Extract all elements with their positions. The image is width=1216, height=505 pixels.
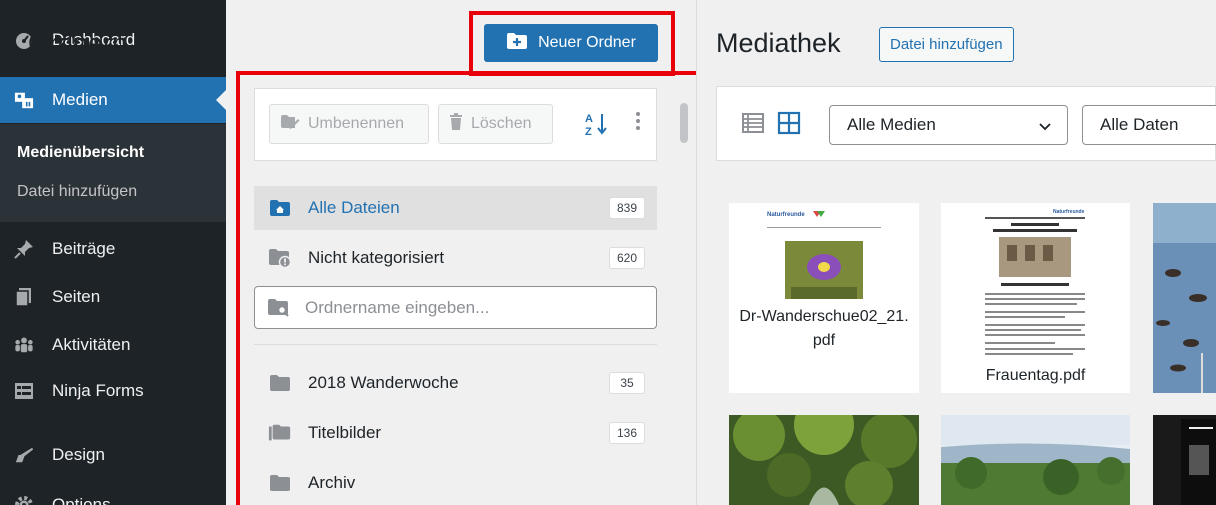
groups-icon — [14, 335, 34, 355]
media-thumbnail[interactable] — [729, 415, 919, 505]
sidebar-item-posts[interactable]: Beiträge — [0, 228, 226, 270]
media-toolbar: Alle Medien Alle Daten — [716, 86, 1216, 161]
media-icon — [14, 90, 34, 110]
date-value: Alle Daten — [1100, 115, 1179, 134]
forest-image — [729, 415, 919, 505]
sidebar-item-label: Seiten — [52, 287, 101, 306]
forms-icon — [14, 381, 34, 401]
date-select[interactable]: Alle Daten — [1082, 105, 1216, 145]
highlight-new-folder — [469, 11, 675, 76]
media-thumbnail[interactable] — [1153, 415, 1216, 505]
media-submenu — [0, 124, 226, 222]
add-file-button[interactable]: Datei hinzufügen — [879, 27, 1014, 62]
media-caption: Frauentag.pdf — [941, 359, 1130, 393]
chevron-down-icon — [1038, 118, 1052, 138]
sidebar-item-label: Ninja Forms — [52, 381, 144, 400]
grid-view-icon[interactable] — [777, 111, 801, 135]
svg-text:Naturfreunde: Naturfreunde — [767, 212, 805, 218]
lake-birds-image — [1153, 203, 1216, 393]
sidebar-item-activities[interactable]: Aktivitäten — [0, 324, 226, 366]
media-title: Mediathek — [716, 28, 841, 58]
submenu-item-add-file[interactable]: Datei hinzufügen — [17, 183, 137, 201]
media-caption: Dr-Wanderschue02_21.pdf — [729, 299, 919, 393]
media-thumbnail[interactable]: Naturfreunde Dr. Wanderschue März 2021 D… — [729, 203, 919, 393]
sidebar-item-media[interactable]: Medien — [0, 77, 226, 123]
media-type-value: Alle Medien — [847, 115, 936, 134]
dark-slide-image — [1153, 415, 1216, 505]
media-thumbnail[interactable] — [1153, 203, 1216, 393]
sidebar-item-options[interactable]: Options — [0, 484, 226, 505]
sidebar-item-ninja-forms[interactable]: Ninja Forms — [0, 370, 226, 412]
brush-icon — [14, 445, 34, 465]
pages-icon — [14, 287, 34, 307]
highlight-folder-panel — [236, 71, 700, 505]
sidebar-item-label: Aktivitäten — [52, 335, 131, 354]
folders-title: Ordnern — [28, 28, 128, 58]
sidebar-item-label: Options — [52, 495, 111, 505]
sidebar-item-label: Medien — [52, 90, 108, 109]
submenu-item-library[interactable]: Medienübersicht — [17, 144, 144, 162]
media-type-select[interactable]: Alle Medien — [829, 105, 1068, 145]
list-view-icon[interactable] — [741, 111, 765, 135]
media-thumbnail[interactable]: Naturfreunde Frauentag.pdf — [941, 203, 1130, 393]
sidebar-item-label: Design — [52, 445, 105, 464]
admin-sidebar: Dashboard Medien Medienübersicht Datei h… — [0, 0, 226, 505]
media-thumbnail[interactable] — [941, 415, 1130, 505]
sidebar-item-design[interactable]: Design — [0, 434, 226, 476]
pin-icon — [14, 239, 34, 259]
sidebar-item-pages[interactable]: Seiten — [0, 276, 226, 318]
svg-text:Naturfreunde: Naturfreunde — [1053, 209, 1085, 215]
lake-landscape-image — [941, 415, 1130, 505]
sidebar-item-label: Beiträge — [52, 239, 116, 258]
gear-icon — [14, 495, 34, 505]
